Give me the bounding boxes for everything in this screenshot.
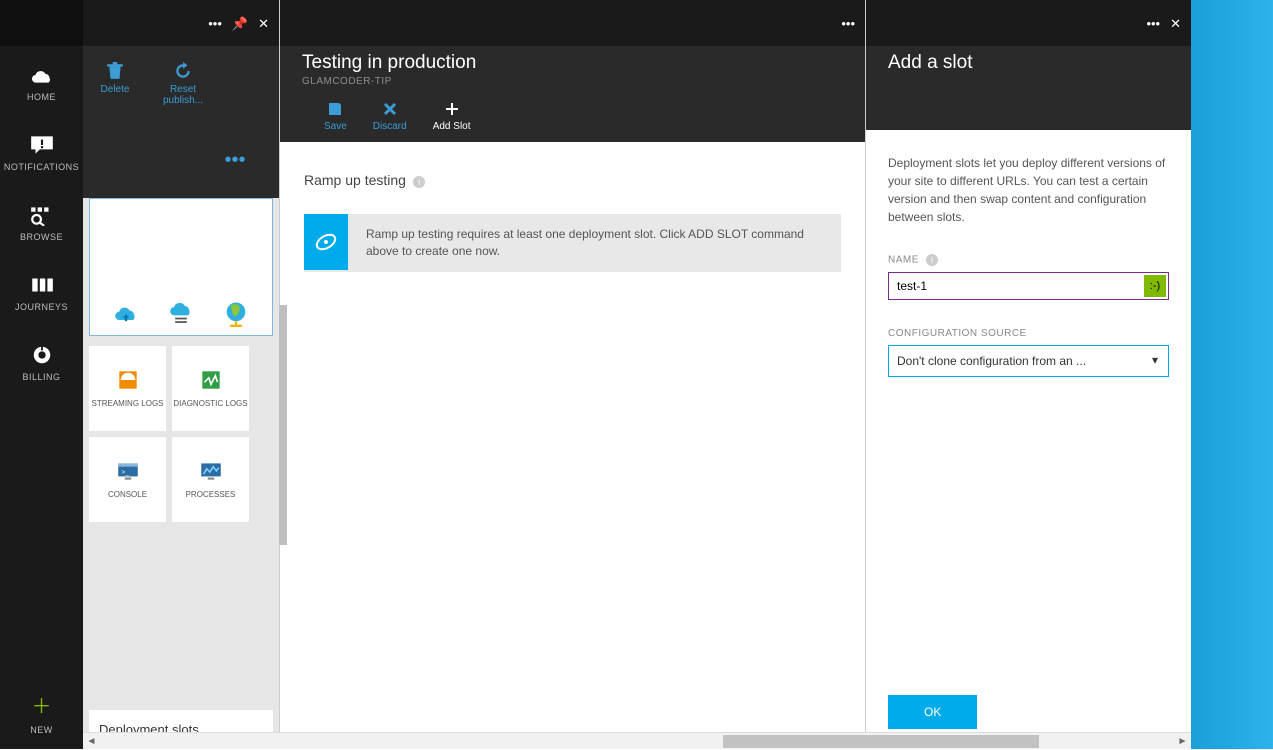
banner-text: Ramp up testing requires at least one de… bbox=[348, 214, 841, 272]
tile-console[interactable]: >_ CONSOLE bbox=[89, 437, 166, 522]
cloud-arrow-icon bbox=[112, 299, 140, 327]
preview-box[interactable] bbox=[89, 198, 273, 336]
name-field-label: NAME bbox=[888, 255, 919, 266]
banner-icon-box bbox=[304, 214, 348, 270]
pin-icon[interactable]: 📌 bbox=[232, 17, 248, 30]
nav-rail: HOME NOTIFICATIONS BROWSE JOURNEYS BILLI… bbox=[0, 0, 83, 749]
config-source-value: Don't clone configuration from an ... bbox=[897, 354, 1086, 368]
billing-icon bbox=[29, 344, 55, 366]
nav-browse-label: BROWSE bbox=[20, 232, 63, 242]
ok-button[interactable]: OK bbox=[888, 695, 977, 729]
add-slot-button[interactable]: Add Slot bbox=[433, 101, 471, 132]
more-icon[interactable]: ••• bbox=[1146, 17, 1160, 30]
console-icon: >_ bbox=[115, 460, 141, 482]
close-icon[interactable]: ✕ bbox=[258, 17, 269, 30]
nav-billing[interactable]: BILLING bbox=[0, 326, 83, 396]
nav-journeys[interactable]: JOURNEYS bbox=[0, 256, 83, 326]
col2-title: Testing in production bbox=[302, 52, 843, 74]
nav-new[interactable]: ＋ NEW bbox=[0, 672, 83, 749]
tile-diagnostic-logs-label: DIAGNOSTIC LOGS bbox=[173, 399, 247, 408]
info-banner: Ramp up testing requires at least one de… bbox=[304, 214, 841, 272]
reset-icon bbox=[174, 62, 192, 80]
col3-title: Add a slot bbox=[888, 52, 1169, 74]
col2-toolbar: Save Discard Add Slot bbox=[302, 87, 843, 142]
add-slot-label: Add Slot bbox=[433, 121, 471, 132]
close-icon[interactable]: ✕ bbox=[1170, 17, 1181, 30]
tile-console-label: CONSOLE bbox=[108, 490, 147, 499]
nav-notifications[interactable]: NOTIFICATIONS bbox=[0, 116, 83, 186]
tile-streaming-logs-label: STREAMING LOGS bbox=[91, 399, 163, 408]
reset-publish-button[interactable]: Reset publish... bbox=[159, 62, 207, 198]
validation-ok-icon: :-) bbox=[1144, 275, 1166, 297]
horizontal-scrollbar[interactable]: ◄ ► bbox=[83, 732, 1191, 749]
add-slot-blade: ••• ✕ Add a slot Deployment slots let yo… bbox=[866, 0, 1191, 749]
tile-processes-label: PROCESSES bbox=[186, 490, 236, 499]
resource-blade: ••• 📌 ✕ Delete Reset publish... ••• STRE… bbox=[83, 0, 280, 749]
col3-content: Deployment slots let you deploy differen… bbox=[866, 130, 1191, 679]
nav-home-label: HOME bbox=[27, 92, 56, 102]
scroll-right-arrow[interactable]: ► bbox=[1174, 733, 1191, 750]
cloud-lines-icon bbox=[167, 299, 195, 327]
slot-icon bbox=[314, 230, 338, 254]
col2-title-area: Testing in production GLAMCODER-TIP Save… bbox=[280, 46, 865, 142]
tile-diagnostic-logs[interactable]: DIAGNOSTIC LOGS bbox=[172, 346, 249, 431]
more-icon[interactable]: ••• bbox=[841, 17, 855, 30]
save-icon bbox=[326, 101, 344, 117]
tiles-grid: STREAMING LOGS DIAGNOSTIC LOGS >_ CONSOL… bbox=[83, 346, 279, 522]
svg-text:>_: >_ bbox=[121, 469, 129, 476]
globe-icon bbox=[222, 299, 250, 327]
delete-button[interactable]: Delete bbox=[91, 62, 139, 198]
processes-icon bbox=[198, 460, 224, 482]
resize-handle[interactable] bbox=[279, 305, 287, 545]
diagnostic-logs-icon bbox=[198, 369, 224, 391]
streaming-logs-icon bbox=[115, 369, 141, 391]
speech-alert-icon bbox=[29, 134, 55, 156]
browse-icon bbox=[29, 204, 55, 226]
right-gutter bbox=[1191, 0, 1273, 749]
ramp-up-heading: Ramp up testing bbox=[304, 172, 406, 188]
info-icon[interactable]: i bbox=[413, 176, 425, 188]
save-label: Save bbox=[324, 121, 347, 132]
journeys-icon bbox=[29, 274, 55, 296]
nav-home[interactable]: HOME bbox=[0, 46, 83, 116]
tile-streaming-logs[interactable]: STREAMING LOGS bbox=[89, 346, 166, 431]
config-source-select[interactable]: Don't clone configuration from an ... bbox=[888, 345, 1169, 377]
add-slot-description: Deployment slots let you deploy differen… bbox=[888, 154, 1169, 226]
plus-icon bbox=[443, 101, 461, 117]
plus-icon: ＋ bbox=[32, 690, 52, 719]
scroll-thumb[interactable] bbox=[723, 735, 1039, 748]
nav-notifications-label: NOTIFICATIONS bbox=[4, 162, 79, 172]
col2-subtitle: GLAMCODER-TIP bbox=[302, 76, 843, 87]
discard-icon bbox=[381, 101, 399, 117]
nav-new-label: NEW bbox=[30, 725, 53, 735]
rail-top-spacer bbox=[0, 0, 83, 46]
toolbar-more-icon[interactable]: ••• bbox=[211, 149, 259, 172]
delete-label: Delete bbox=[101, 84, 130, 95]
nav-billing-label: BILLING bbox=[22, 372, 60, 382]
discard-label: Discard bbox=[373, 121, 407, 132]
cloud-icon bbox=[29, 64, 55, 86]
col1-header: ••• 📌 ✕ bbox=[83, 0, 279, 46]
info-icon[interactable]: i bbox=[926, 254, 938, 266]
tile-processes[interactable]: PROCESSES bbox=[172, 437, 249, 522]
col2-content: Ramp up testing i Ramp up testing requir… bbox=[280, 142, 865, 302]
config-source-label: CONFIGURATION SOURCE bbox=[888, 328, 1027, 339]
testing-in-production-blade: ••• Testing in production GLAMCODER-TIP … bbox=[280, 0, 866, 749]
more-icon[interactable]: ••• bbox=[208, 17, 222, 30]
save-button[interactable]: Save bbox=[324, 101, 347, 132]
nav-browse[interactable]: BROWSE bbox=[0, 186, 83, 256]
col3-title-area: Add a slot bbox=[866, 46, 1191, 130]
nav-journeys-label: JOURNEYS bbox=[15, 302, 68, 312]
discard-button[interactable]: Discard bbox=[373, 101, 407, 132]
trash-icon bbox=[106, 62, 124, 80]
col2-header: ••• bbox=[280, 0, 865, 46]
col1-toolbar: Delete Reset publish... ••• bbox=[83, 46, 279, 198]
scroll-left-arrow[interactable]: ◄ bbox=[83, 733, 100, 750]
reset-label: Reset publish... bbox=[159, 84, 207, 106]
slot-name-input[interactable] bbox=[888, 272, 1169, 300]
col3-header: ••• ✕ bbox=[866, 0, 1191, 46]
